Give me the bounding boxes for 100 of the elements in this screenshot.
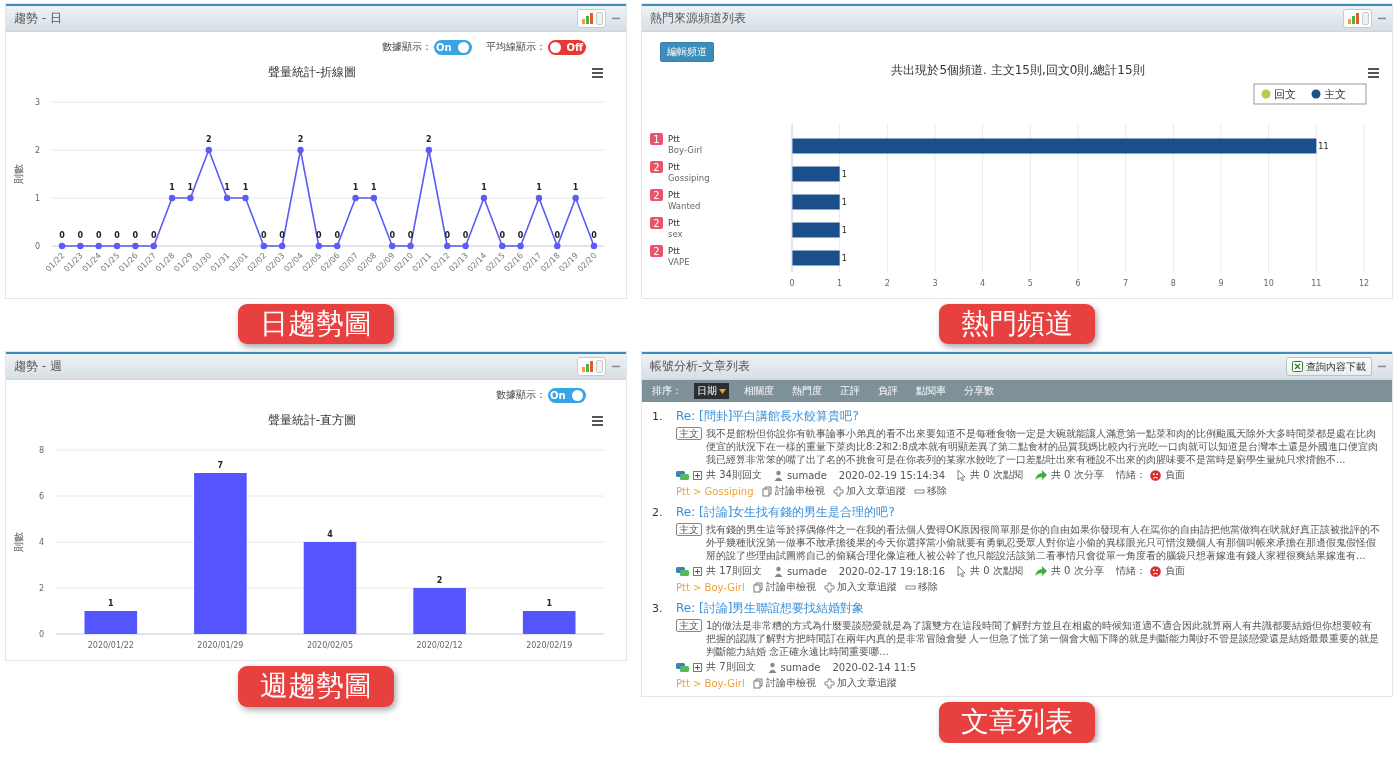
plus-icon (823, 677, 835, 689)
action-link[interactable]: 加入文章追蹤 (832, 484, 906, 499)
plus-square-icon (693, 470, 702, 480)
data-label: 4 (327, 530, 333, 540)
board-label: Boy-Girl (668, 145, 703, 155)
data-point (223, 194, 231, 202)
mood-value: 負面 (1164, 564, 1185, 579)
menu-icon[interactable] (592, 416, 603, 427)
data-label: 0 (114, 231, 120, 240)
reply-count: 共 17則回文 (706, 564, 762, 579)
axis-tick-label: 2020/02/05 (306, 641, 354, 651)
caption-label: 熱門頻道 (939, 304, 1095, 345)
sort-option[interactable]: 分享數 (961, 383, 997, 400)
axis-tick-label: 0 (789, 279, 795, 288)
data-label: 1 (481, 183, 487, 192)
data-point (77, 242, 84, 250)
article-title-link[interactable]: Re: [討論]男生聯誼想要找結婚對象 (676, 600, 865, 618)
board-label: Wanted (668, 201, 701, 211)
data-point (572, 194, 579, 202)
panel-title: 趨勢 - 日 (14, 10, 62, 27)
action-link[interactable]: 討論串檢視 (761, 484, 825, 499)
axis-tick-label: 8 (1170, 279, 1176, 288)
bar (522, 611, 576, 635)
source-board-link[interactable]: Ptt > Boy-Girl (676, 581, 745, 593)
article-number: 2. (652, 505, 664, 522)
site-label: Ptt (668, 218, 680, 228)
toggle-label: 平均線顯示： (486, 40, 546, 54)
action-link[interactable]: 加入文章追蹤 (823, 580, 897, 595)
minimize-icon[interactable] (1378, 17, 1386, 20)
data-point (132, 242, 139, 250)
data-label: 0 (261, 231, 267, 240)
plus-square-icon (693, 566, 702, 576)
sort-option[interactable]: 負評 (875, 383, 901, 400)
data-label: 1 (572, 183, 579, 192)
minimize-icon[interactable] (612, 365, 620, 369)
axis-tick-label: 2 (884, 279, 890, 288)
sort-option[interactable]: 點閱率 (913, 383, 949, 400)
axis-tick-label: 10 (1263, 279, 1274, 288)
action-link[interactable]: 移除 (904, 580, 938, 595)
download-button[interactable]: 查詢內容下載 (1286, 357, 1372, 377)
data-label: 0 (407, 231, 414, 240)
data-label: 0 (591, 231, 597, 240)
rank-badge: 2 (650, 217, 663, 229)
article-excerpt: 找有錢的男生這等於擇偶條件之一在我的看法個人覺得OK原因很簡單那是你的自由如果你發現有人在罵你的自由請把他當做狗在吠就好真正該被批評的不外乎幾種狀況第一做事不敢承擔後果的今天你選擇當小偷就要有勇氣忍受眾人對你這小偷的異樣眼光只可惜沒幾個人有那個叫帳來承擔在那邊假鬼假怪假掰的說了些理由試圖將自己的偷竊合理化像這種人被公幹了也只能說活該第二看事情只會從單一角度看的腦袋只想著嫁進有錢人家裡很爽結果嫁進有... (706, 523, 1382, 563)
mood-label: 情緒： (1115, 564, 1146, 579)
toggle-label: 數據顯示： (382, 40, 432, 54)
menu-icon[interactable] (592, 68, 603, 78)
axis-tick-label: 2020/02/19 (526, 641, 573, 651)
chart-type-button[interactable] (577, 357, 606, 377)
toggle-switch[interactable]: On (434, 39, 472, 55)
sort-option[interactable]: 正評 (837, 383, 863, 400)
sort-label: 排序： (652, 384, 682, 399)
sort-option[interactable]: 熱門度 (789, 383, 825, 400)
article-title-link[interactable]: Re: [問卦]平白講館長水餃算貴吧? (676, 408, 859, 426)
data-point (352, 194, 359, 202)
data-point (590, 242, 598, 250)
sort-option[interactable]: 日期 (694, 383, 729, 400)
source-board-link[interactable]: Ptt > Boy-Girl (676, 677, 745, 689)
axis-tick-label: 0 (38, 630, 44, 640)
edit-channels-button[interactable]: 編輯頻道 (660, 42, 714, 62)
share-arrow-icon (1034, 565, 1047, 577)
toggle-switch[interactable]: Off (548, 39, 586, 55)
axis-tick-label: 4 (980, 279, 986, 288)
sad-face-icon (1149, 469, 1161, 481)
chart-type-button[interactable] (1343, 9, 1372, 28)
data-point (150, 242, 157, 250)
action-link[interactable]: 討論串檢視 (752, 580, 816, 595)
axis-title: 則數 (13, 532, 24, 553)
sort-option[interactable]: 相關度 (741, 383, 777, 400)
data-label: 0 (444, 231, 451, 240)
action-link[interactable]: 加入文章追蹤 (823, 676, 897, 691)
axis-tick-label: 11 (1311, 279, 1322, 288)
toggle-switch[interactable]: On (548, 387, 586, 403)
bar-chart-icon (582, 13, 593, 24)
minimize-icon[interactable] (1378, 365, 1386, 369)
data-point (462, 242, 469, 250)
type-tag: 主文 (676, 619, 702, 633)
data-point (517, 242, 524, 250)
minimize-icon[interactable] (612, 17, 620, 20)
menu-icon[interactable] (1368, 68, 1379, 78)
comment-icon (676, 565, 689, 577)
cursor-icon (957, 565, 967, 577)
article-number: 3. (652, 601, 664, 618)
action-link[interactable]: 討論串檢視 (752, 676, 816, 691)
board-label: Gossiping (668, 173, 710, 183)
source-board-link[interactable]: Ptt > Gossiping (676, 485, 754, 497)
data-point (297, 146, 304, 154)
site-label: Ptt (668, 134, 680, 144)
article-number: 1. (652, 409, 664, 426)
data-point (315, 242, 323, 250)
share-count: 共 0 次分享 (1050, 468, 1104, 483)
site-label: Ptt (668, 246, 680, 256)
bar (792, 194, 840, 210)
chart-type-button[interactable] (577, 9, 606, 28)
share-arrow-icon (1034, 469, 1047, 481)
action-link[interactable]: 移除 (913, 484, 947, 499)
axis-tick-label: 2 (38, 584, 44, 594)
article-title-link[interactable]: Re: [討論]女生找有錢的男生是合理的吧? (676, 504, 895, 522)
axis-tick-label: 3 (932, 279, 938, 288)
data-point (333, 242, 341, 250)
